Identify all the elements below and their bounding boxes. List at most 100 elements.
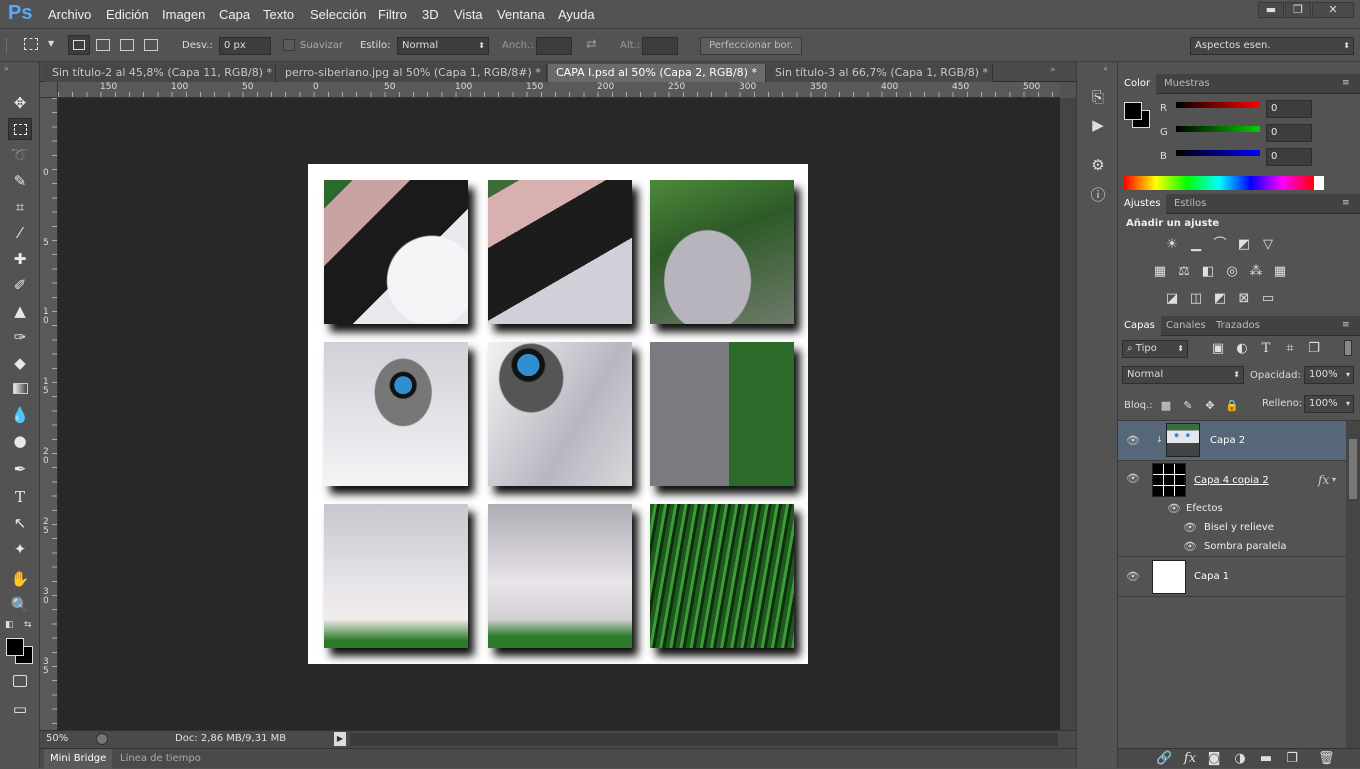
menu-vista[interactable]: Vista [454,7,483,22]
color-lookup-icon[interactable]: ▦ [1272,265,1288,279]
value-b[interactable]: 0 [1266,148,1312,166]
blur-tool-icon[interactable]: 💧 [8,404,32,426]
eye-icon[interactable]: 👁 [1166,501,1182,517]
photo-filter-icon[interactable]: ◎ [1224,265,1240,279]
slider-b[interactable] [1176,150,1260,156]
delete-layer-icon[interactable]: 🗑 [1318,752,1334,766]
filter-shape-icon[interactable]: ⌗ [1282,342,1298,356]
minimize-button[interactable]: ▬ [1258,2,1284,18]
effect-bevel[interactable]: Bisel y relieve [1204,522,1274,533]
new-group-icon[interactable]: ▬ [1258,752,1274,766]
stamp-tool-icon[interactable]: ▲ [8,300,32,322]
color-balance-icon[interactable]: ⚖ [1176,265,1192,279]
pen-tool-icon[interactable]: ✒ [8,458,32,480]
brightness-icon[interactable]: ☀ [1164,238,1180,252]
menu-texto[interactable]: Texto [263,7,294,22]
posterize-icon[interactable]: ◫ [1188,292,1204,306]
panel-menu-icon[interactable]: ≡ [1342,198,1350,208]
rect-marquee-icon[interactable] [24,38,38,50]
foreground-color-swatch[interactable] [6,638,24,656]
lock-position-icon[interactable]: ✥ [1202,399,1218,413]
tab-color[interactable]: Color [1118,74,1156,94]
swap-icon[interactable]: ⇄ [586,37,597,52]
type-tool-icon[interactable]: T [8,486,32,508]
lock-transparent-icon[interactable]: ▩ [1158,399,1174,413]
new-layer-icon[interactable]: ❐ [1284,752,1300,766]
blend-mode-select[interactable]: Normal⬍ [1122,366,1244,384]
vibrance-icon[interactable]: ▽ [1260,238,1276,252]
tab-mini-bridge[interactable]: Mini Bridge [44,749,112,769]
chevron-down-icon[interactable]: ▾ [1332,475,1336,484]
levels-icon[interactable]: ▁ [1188,238,1204,252]
marquee-tool-icon[interactable] [8,118,32,140]
tab-trazados[interactable]: Trazados [1210,316,1266,336]
add-mask-icon[interactable]: ◙ [1206,752,1222,766]
lasso-tool-icon[interactable]: ➰ [8,144,32,166]
layer-name[interactable]: Capa 2 [1210,435,1245,446]
tab-sin-titulo-3[interactable]: Sin título-3 al 66,7% (Capa 1, RGB/8) *× [767,64,993,82]
path-select-tool-icon[interactable]: ↖ [8,512,32,534]
add-selection-icon[interactable] [96,39,110,51]
slider-g[interactable] [1176,126,1260,132]
channel-mixer-icon[interactable]: ⁂ [1248,265,1264,279]
foreground-color-swatch[interactable] [1124,102,1142,120]
hue-saturation-icon[interactable]: ▦ [1152,265,1168,279]
canvas-area[interactable] [58,98,1060,730]
expand-icon[interactable]: « [1103,64,1108,73]
crop-tool-icon[interactable]: ⌗ [8,196,32,218]
panel-menu-icon[interactable]: ≡ [1342,78,1350,88]
color-spectrum[interactable] [1124,176,1324,190]
eye-icon[interactable]: 👁 [1125,569,1141,585]
height-input[interactable] [642,37,678,55]
tab-capas[interactable]: Capas [1118,316,1161,336]
horizontal-scrollbar[interactable] [350,733,1058,746]
new-selection-button[interactable] [68,35,90,55]
menu-filtro[interactable]: Filtro [378,7,407,22]
tool-presets-icon[interactable]: ⚙ [1087,154,1109,176]
dodge-tool-icon[interactable]: ● [8,430,32,452]
menu-imagen[interactable]: Imagen [162,7,205,22]
tab-capa-i[interactable]: CAPA I.psd al 50% (Capa 2, RGB/8) *× [548,64,766,82]
tab-sin-titulo-2[interactable]: Sin título-2 al 45,8% (Capa 11, RGB/8) *… [44,64,276,82]
menu-3d[interactable]: 3D [422,7,439,22]
close-icon[interactable]: × [763,66,766,79]
gradient-map-icon[interactable]: ▭ [1260,292,1276,306]
default-colors-icon[interactable]: ◧ [5,620,14,630]
document-canvas[interactable] [308,164,808,664]
history-panel-icon[interactable]: ⎘ [1087,86,1109,108]
workspace-select[interactable]: Aspectos esen.⬍ [1190,37,1354,55]
value-r[interactable]: 0 [1266,100,1312,118]
lock-all-icon[interactable]: 🔒 [1224,399,1240,413]
tab-ajustes[interactable]: Ajustes [1118,194,1166,214]
opacity-input[interactable]: 100%▾ [1304,366,1354,384]
brush-tool-icon[interactable]: ✐ [8,274,32,296]
info-panel-icon[interactable]: ⓘ [1087,184,1109,206]
add-style-icon[interactable]: fx [1182,752,1198,766]
screen-mode-icon[interactable]: ▭ [8,698,32,720]
zoom-level[interactable]: 50% [46,733,68,744]
fill-input[interactable]: 100%▾ [1304,395,1354,413]
filter-toggle[interactable] [1344,340,1352,356]
eye-icon[interactable]: 👁 [1125,471,1141,487]
layers-scrollbar[interactable] [1346,421,1360,749]
link-layers-icon[interactable]: 🔗 [1156,752,1172,766]
quick-select-tool-icon[interactable]: ✎ [8,170,32,192]
intersect-selection-icon[interactable] [144,39,158,51]
tab-estilos[interactable]: Estilos [1168,194,1212,214]
history-brush-tool-icon[interactable]: ✑ [8,326,32,348]
invert-icon[interactable]: ◪ [1164,292,1180,306]
layer-name[interactable]: Capa 4 copia 2 [1194,475,1269,486]
restore-button[interactable]: ❐ [1285,2,1311,18]
fx-icon[interactable]: fx [1318,473,1329,487]
healing-brush-tool-icon[interactable]: ✚ [8,248,32,270]
tab-timeline[interactable]: Línea de tiempo [118,749,203,769]
collapse-icon[interactable]: » [4,64,9,73]
status-info-icon[interactable] [96,733,108,745]
width-input[interactable] [536,37,572,55]
menu-ayuda[interactable]: Ayuda [558,7,595,22]
close-button[interactable]: ✕ [1312,2,1354,18]
menu-edicion[interactable]: Edición [106,7,149,22]
gradient-tool-icon[interactable] [8,378,32,400]
new-adjustment-icon[interactable]: ◑ [1232,752,1248,766]
filter-smart-object-icon[interactable]: ❐ [1306,342,1322,356]
